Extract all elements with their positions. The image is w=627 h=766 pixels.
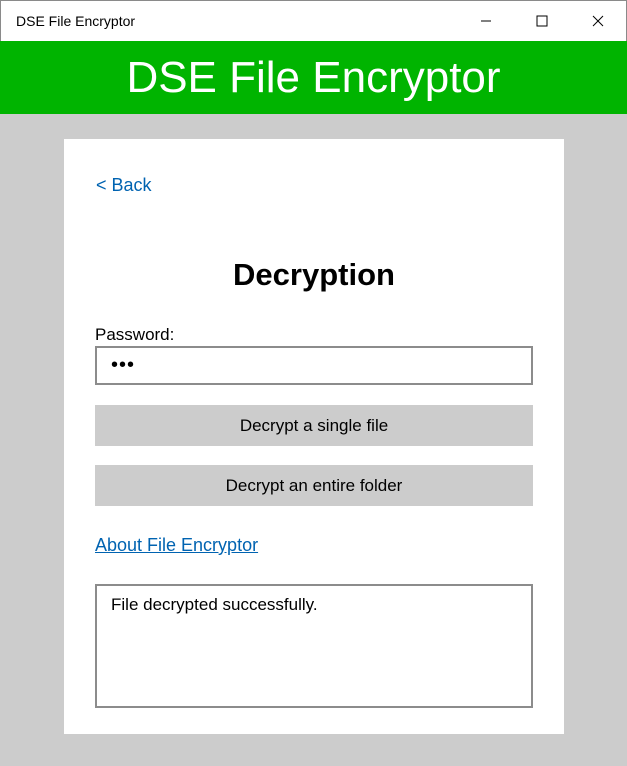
window-title: DSE File Encryptor <box>16 13 136 29</box>
status-output-box[interactable]: File decrypted successfully. <box>95 584 533 708</box>
title-bar: DSE File Encryptor <box>0 0 627 41</box>
decryption-card: < Back Decryption Password: ••• Decrypt … <box>64 139 564 734</box>
about-link[interactable]: About File Encryptor <box>95 535 258 556</box>
minimize-icon <box>481 20 491 22</box>
close-icon <box>592 15 604 27</box>
app-banner: DSE File Encryptor <box>0 41 627 114</box>
minimize-button[interactable] <box>458 1 514 41</box>
maximize-icon <box>536 15 548 27</box>
back-link[interactable]: < Back <box>96 175 152 196</box>
page-title: Decryption <box>233 257 395 292</box>
password-label: Password: <box>95 325 175 344</box>
maximize-button[interactable] <box>514 1 570 41</box>
password-input[interactable]: ••• <box>95 346 533 385</box>
decrypt-folder-button[interactable]: Decrypt an entire folder <box>95 465 533 506</box>
decrypt-single-file-button[interactable]: Decrypt a single file <box>95 405 533 446</box>
password-value: ••• <box>111 354 136 376</box>
status-message: File decrypted successfully. <box>111 595 318 614</box>
close-button[interactable] <box>570 1 626 41</box>
